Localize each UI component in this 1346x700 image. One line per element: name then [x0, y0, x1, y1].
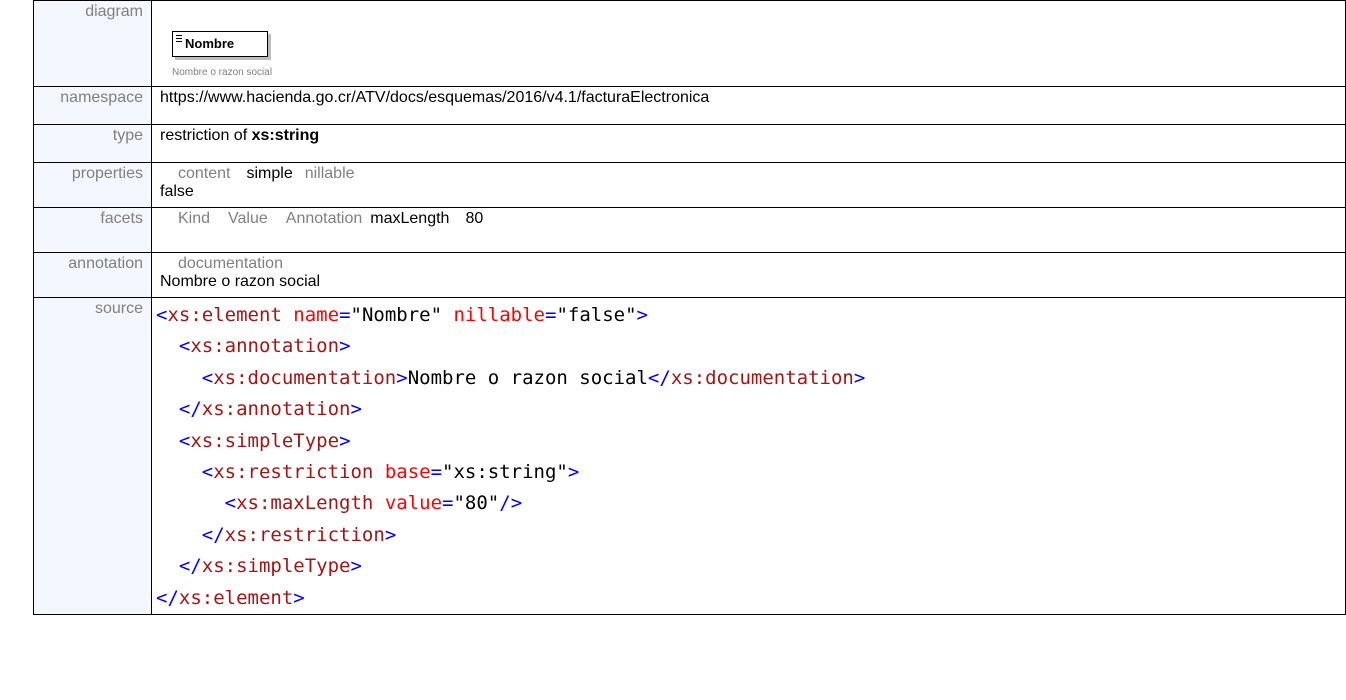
src-base-attr: base	[384, 461, 431, 484]
properties-line: content simple nillable	[160, 165, 1337, 183]
diagram: Nombre Nombre o razon social	[160, 3, 1337, 83]
facet-value: 80	[465, 210, 484, 227]
source-cell: <xs:element name="Nombre" nillable="fals…	[151, 296, 1346, 616]
annotation-key: documentation	[178, 255, 283, 272]
type-prefix: restriction of	[160, 127, 252, 144]
row-facets: facets Kind Value Annotation maxLength 80	[33, 207, 1346, 253]
prop-nillable-key: nillable	[304, 165, 355, 182]
src-annotation-close-tag: xs:annotation	[201, 398, 351, 421]
type-base-link[interactable]: xs:string	[252, 127, 320, 144]
src-value-attr: value	[384, 492, 443, 515]
row-source: source <xs:element name="Nombre" nillabl…	[33, 296, 1346, 616]
element-doc-table: diagram Nombre Nombre o razon social nam…	[33, 0, 1346, 616]
src-element-open-tag: xs:element	[167, 304, 282, 326]
src-documentation-text: Nombre o razon social	[407, 366, 648, 389]
label-source: source	[33, 296, 152, 616]
src-maxlength-tag: xs:maxLength	[236, 492, 374, 515]
facet-kind-header: Kind	[178, 210, 211, 227]
row-type: type restriction of xs:string	[33, 124, 1346, 163]
label-namespace: namespace	[33, 86, 152, 125]
prop-content-key: content	[178, 165, 231, 182]
src-restriction-open-tag: xs:restriction	[213, 461, 374, 484]
prop-content-value: simple	[246, 165, 293, 182]
type-cell: restriction of xs:string	[151, 124, 1346, 163]
label-facets: facets	[33, 207, 152, 253]
annotation-text: Nombre o razon social	[160, 273, 321, 290]
row-namespace: namespace https://www.hacienda.go.cr/ATV…	[33, 86, 1346, 125]
src-name-val: "Nombre"	[350, 304, 443, 326]
src-annotation-open-tag: xs:annotation	[190, 335, 340, 358]
facets-line: Kind Value Annotation maxLength 80	[160, 210, 1337, 228]
facets-cell: Kind Value Annotation maxLength 80	[151, 207, 1346, 253]
row-properties: properties content simple nillable false	[33, 162, 1346, 208]
diagram-cell: Nombre Nombre o razon social	[151, 0, 1346, 87]
src-value-val: "80"	[453, 492, 500, 515]
label-properties: properties	[33, 162, 152, 208]
element-box[interactable]: Nombre	[172, 31, 268, 57]
src-simpletype-open-tag: xs:simpleType	[190, 429, 340, 452]
facet-value-header: Value	[228, 210, 268, 227]
facet-annotation-header: Annotation	[285, 210, 363, 227]
row-diagram: diagram Nombre Nombre o razon social	[33, 0, 1346, 87]
src-restriction-close-tag: xs:restriction	[224, 523, 385, 546]
src-base-val: "xs:string"	[442, 461, 568, 484]
src-name-attr: name	[293, 304, 340, 326]
row-annotation: annotation documentation Nombre o razon …	[33, 252, 1346, 298]
prop-nillable-value: false	[160, 183, 194, 200]
element-box-name: Nombre	[185, 36, 235, 51]
label-annotation: annotation	[33, 252, 152, 298]
namespace-value: https://www.hacienda.go.cr/ATV/docs/esqu…	[151, 86, 1346, 125]
src-element-close-tag: xs:element	[178, 586, 294, 609]
annotation-cell: documentation Nombre o razon social	[151, 252, 1346, 298]
label-type: type	[33, 124, 152, 163]
facet-kind: maxLength	[370, 210, 450, 227]
label-diagram: diagram	[33, 0, 152, 87]
element-lines-icon	[176, 35, 182, 44]
src-simpletype-close-tag: xs:simpleType	[201, 555, 351, 578]
source-code: <xs:element name="Nombre" nillable="fals…	[156, 304, 866, 609]
properties-cell: content simple nillable false	[151, 162, 1346, 208]
element-box-documentation: Nombre o razon social	[172, 67, 273, 78]
src-documentation-close-tag: xs:documentation	[670, 366, 854, 389]
src-nillable-attr: nillable	[453, 304, 545, 326]
src-documentation-open-tag: xs:documentation	[213, 366, 397, 389]
src-nillable-val: "false"	[556, 304, 637, 326]
